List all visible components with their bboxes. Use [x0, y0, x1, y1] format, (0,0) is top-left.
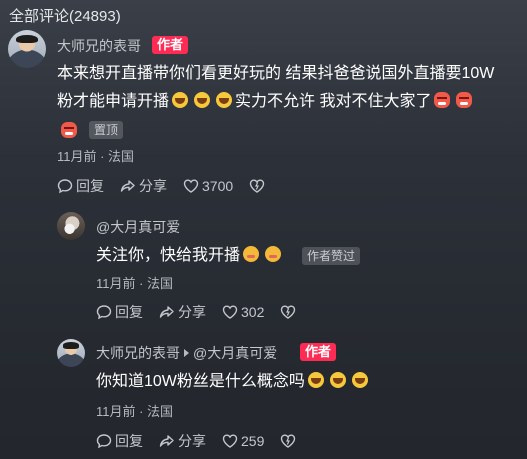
like-button[interactable]: 302 — [222, 304, 264, 320]
reply-icon — [96, 434, 112, 449]
reply-text-part: 你知道10W粉丝是什么概念吗 — [96, 373, 305, 390]
shy-emoji-icon — [265, 246, 282, 262]
reply-label: 回复 — [115, 433, 143, 449]
like-button[interactable]: 259 — [222, 433, 264, 449]
reply-to-user[interactable]: @大月真可爱 — [193, 345, 277, 361]
author-badge: 作者 — [300, 343, 337, 361]
reply-button[interactable]: 回复 — [96, 431, 143, 451]
share-label: 分享 — [178, 433, 206, 449]
reply-actions: 回复 分享 302 — [96, 302, 315, 322]
author-badge: 作者 — [152, 36, 189, 54]
reply-meta: 11月前 · 法国 — [96, 276, 174, 291]
share-icon — [159, 435, 174, 447]
like-count: 3700 — [202, 178, 234, 194]
angry-emoji-icon — [456, 92, 473, 108]
heart-icon — [183, 179, 199, 193]
reply-text: 你知道10W粉丝是什么概念吗 — [96, 368, 371, 396]
reply-button[interactable]: 回复 — [96, 302, 143, 322]
comment-text-part: 实力不允许 我对不住大家了 — [235, 93, 432, 110]
pinned-badge: 置顶 — [89, 121, 124, 139]
comment-text-line1: 本来想开直播带你们看更好玩的 结果抖爸爸说国外直播要10W — [57, 65, 495, 82]
share-label: 分享 — [178, 304, 206, 320]
heart-icon — [222, 305, 238, 319]
laugh-emoji-icon — [351, 372, 368, 388]
angry-emoji-icon — [61, 122, 77, 138]
reply-icon — [96, 305, 112, 320]
reply-icon — [57, 179, 73, 194]
like-count: 302 — [241, 304, 265, 320]
share-label: 分享 — [139, 178, 167, 194]
reply-label: 回复 — [76, 178, 104, 194]
reply-author[interactable]: 大师兄的表哥 — [96, 345, 180, 361]
laugh-emoji-icon — [172, 92, 189, 108]
reply-text: 关注你，快给我开播 — [96, 242, 284, 270]
reply-author-name[interactable]: @大月真可爱 — [96, 217, 180, 237]
dislike-button[interactable] — [249, 178, 268, 194]
reply-arrow-icon — [184, 349, 189, 357]
reply-button[interactable]: 回复 — [57, 176, 104, 196]
laugh-emoji-icon — [329, 372, 346, 388]
author-liked-badge: 作者赞过 — [302, 247, 361, 265]
comments-header: 全部评论(24893) — [9, 8, 121, 25]
shy-emoji-icon — [243, 246, 260, 262]
reply-meta: 11月前 · 法国 — [96, 404, 174, 419]
avatar[interactable] — [57, 339, 85, 367]
reply-author-name: 大师兄的表哥 @大月真可爱 — [96, 343, 277, 363]
share-icon — [120, 180, 135, 192]
share-button[interactable]: 分享 — [120, 176, 167, 196]
comment-text-line2: 粉才能申请开播 实力不允许 我对不住大家了 — [57, 88, 475, 116]
comment-text-part: 粉才能申请开播 — [57, 93, 170, 110]
comment-actions: 回复 分享 3700 — [57, 176, 284, 196]
dislike-button[interactable] — [280, 433, 299, 449]
heart-icon — [222, 434, 238, 448]
laugh-emoji-icon — [216, 92, 233, 108]
reply-text-part: 关注你，快给我开播 — [96, 247, 241, 264]
dislike-icon — [249, 179, 265, 193]
dislike-icon — [281, 434, 296, 448]
laugh-emoji-icon — [307, 372, 324, 388]
dislike-button[interactable] — [280, 304, 299, 320]
avatar[interactable] — [57, 212, 85, 240]
avatar[interactable] — [8, 30, 46, 68]
comment-author-name[interactable]: 大师兄的表哥 — [57, 36, 141, 56]
angry-emoji-icon — [434, 92, 451, 108]
reply-label: 回复 — [115, 304, 143, 320]
dislike-icon — [281, 305, 296, 319]
reply-actions: 回复 分享 259 — [96, 431, 315, 451]
like-count: 259 — [241, 433, 265, 449]
share-button[interactable]: 分享 — [159, 302, 206, 322]
laugh-emoji-icon — [194, 92, 211, 108]
share-icon — [159, 306, 174, 318]
share-button[interactable]: 分享 — [159, 431, 206, 451]
comment-meta: 11月前 · 法国 — [57, 149, 135, 164]
like-button[interactable]: 3700 — [183, 178, 233, 194]
